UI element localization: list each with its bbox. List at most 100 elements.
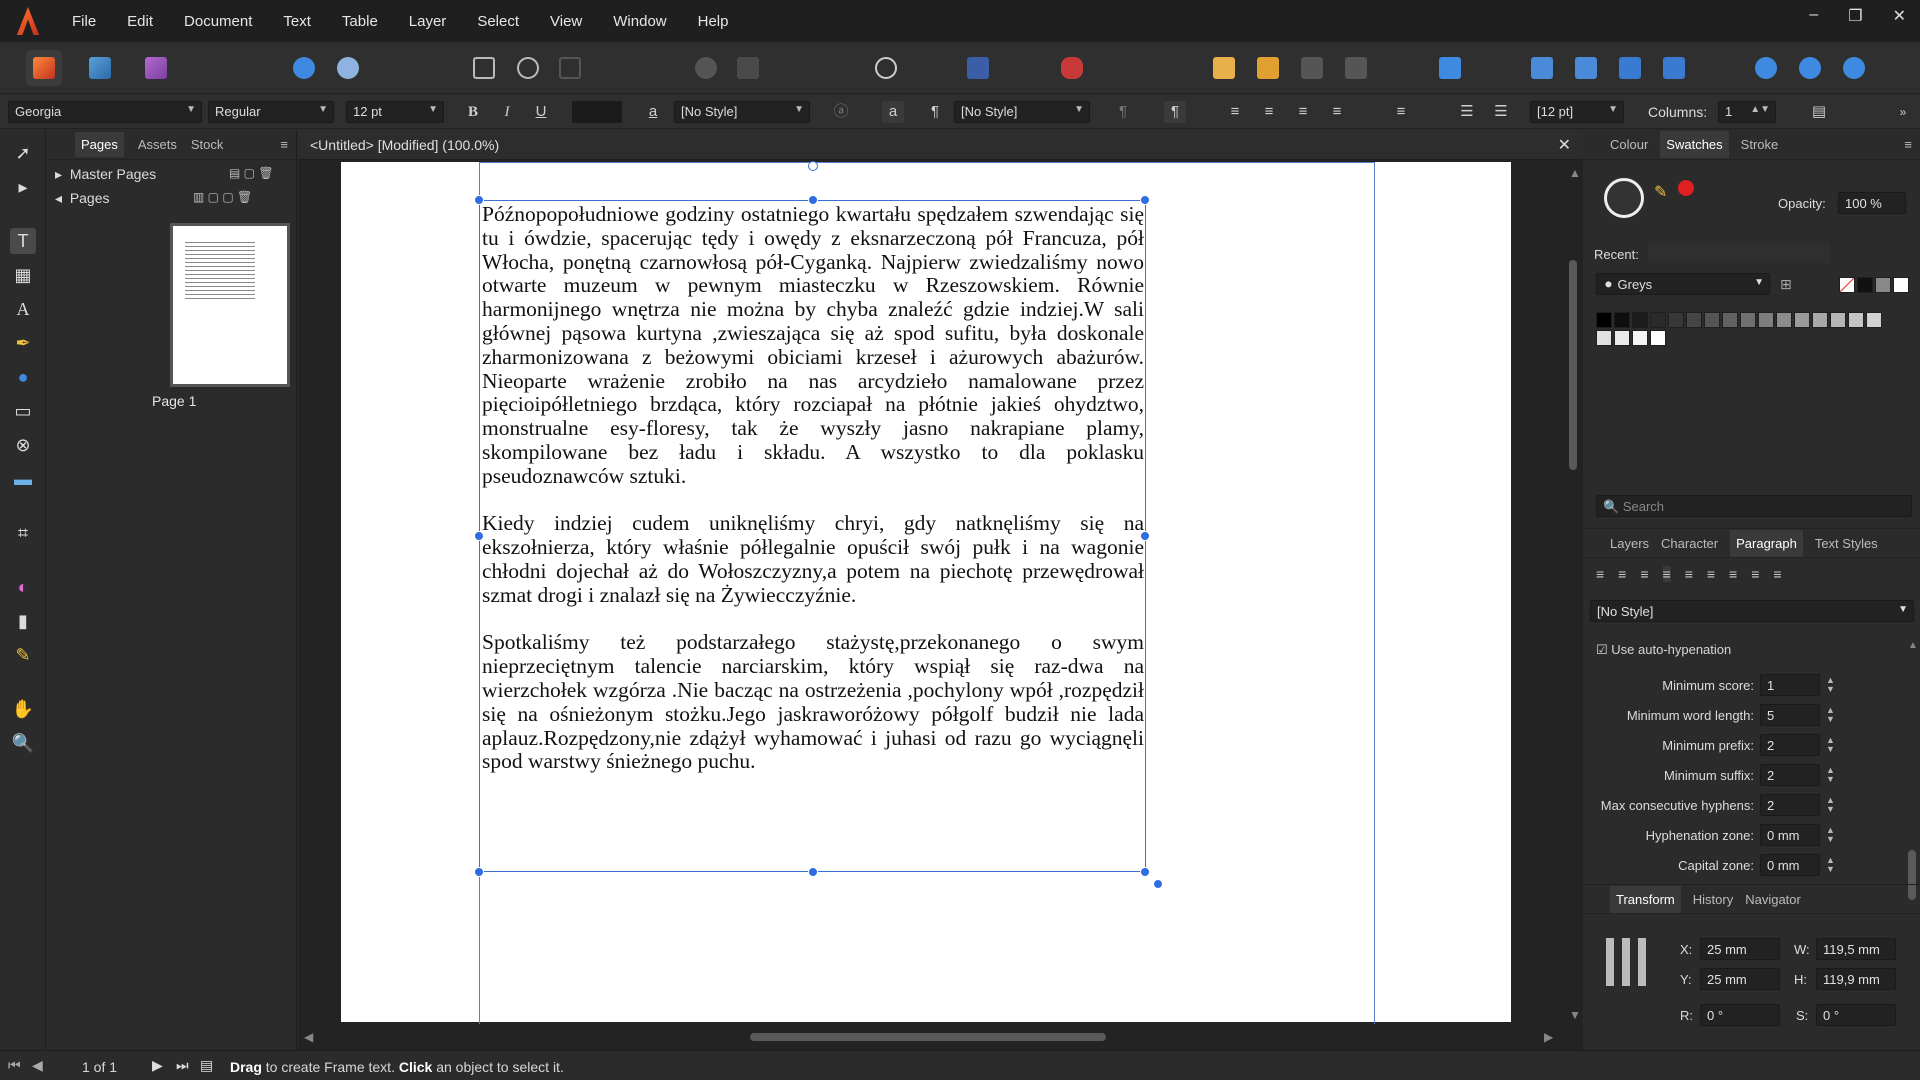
document-tab[interactable]: <Untitled> [Modified] (100.0%) ✕ bbox=[298, 130, 1583, 160]
boolean-subtract-icon[interactable] bbox=[1792, 50, 1828, 86]
character-style-dropdown[interactable]: [No Style] ▼ bbox=[674, 101, 810, 123]
publisher-persona-button[interactable] bbox=[26, 50, 62, 86]
preview-mode-icon[interactable] bbox=[868, 50, 904, 86]
swatch-none[interactable] bbox=[1839, 277, 1855, 293]
artistic-text-tool-icon[interactable]: A bbox=[10, 296, 36, 322]
paragraph-2[interactable]: Kiedy indziej cudem uniknęliśmy chryi, g… bbox=[482, 511, 1144, 607]
grey-swatch[interactable] bbox=[1596, 330, 1612, 346]
hyphen-field-stepper[interactable]: 5 bbox=[1760, 704, 1820, 726]
y-position-field[interactable]: 25 mm bbox=[1700, 968, 1780, 990]
menu-select[interactable]: Select bbox=[477, 13, 519, 30]
paragraph-panel-icon[interactable]: ¶ bbox=[1164, 101, 1186, 123]
menu-window[interactable]: Window bbox=[613, 13, 666, 30]
tab-paragraph[interactable]: Paragraph bbox=[1730, 529, 1803, 557]
vertical-align-icon[interactable]: ≡ bbox=[1390, 101, 1412, 123]
align-center-icon[interactable]: ≡ bbox=[1258, 101, 1280, 123]
width-field[interactable]: 119,5 mm bbox=[1816, 938, 1896, 960]
bold-icon[interactable]: B bbox=[462, 101, 484, 123]
menu-layer[interactable]: Layer bbox=[409, 13, 447, 30]
char-style-icon[interactable]: ⓐ bbox=[830, 101, 852, 123]
prev-page-icon[interactable]: ◀ bbox=[32, 1057, 43, 1074]
align-center-icon[interactable]: ≡ bbox=[1618, 566, 1626, 582]
boolean-intersect-icon[interactable] bbox=[1836, 50, 1872, 86]
crop-tool-icon[interactable]: ⌗ bbox=[10, 520, 36, 546]
resize-handle[interactable] bbox=[808, 195, 818, 205]
tab-stroke[interactable]: Stroke bbox=[1741, 137, 1779, 152]
node-tool-icon[interactable]: ▸ bbox=[10, 174, 36, 200]
resize-handle[interactable] bbox=[474, 531, 484, 541]
next-page-icon[interactable]: ▶ bbox=[152, 1057, 163, 1074]
resize-handle[interactable] bbox=[808, 867, 818, 877]
preflight-icon[interactable] bbox=[330, 50, 366, 86]
scroll-up-icon[interactable]: ▲ bbox=[1908, 640, 1918, 651]
underline-icon[interactable]: U bbox=[530, 101, 552, 123]
photo-persona-button[interactable] bbox=[138, 50, 174, 86]
resize-handle[interactable] bbox=[1140, 195, 1150, 205]
pages-row[interactable]: ◂ Pages bbox=[55, 190, 110, 207]
grey-swatch[interactable] bbox=[1848, 312, 1864, 328]
picture-frame-icon[interactable] bbox=[552, 50, 588, 86]
x-position-field[interactable]: 25 mm bbox=[1700, 938, 1780, 960]
tab-pages[interactable]: Pages bbox=[75, 132, 124, 157]
resize-handle[interactable] bbox=[1140, 531, 1150, 541]
menu-table[interactable]: Table bbox=[342, 13, 378, 30]
tab-colour[interactable]: Colour bbox=[1610, 137, 1648, 152]
rotate-right-icon[interactable] bbox=[1656, 50, 1692, 86]
paragraph-1[interactable]: Późnopopołudniowe godziny ostatniego kwa… bbox=[482, 202, 1144, 489]
scroll-down-icon[interactable]: ▼ bbox=[1569, 1008, 1581, 1022]
frame-icon[interactable] bbox=[510, 50, 546, 86]
para-style-icon[interactable]: ¶ bbox=[1112, 101, 1134, 123]
height-field[interactable]: 119,9 mm bbox=[1816, 968, 1896, 990]
highlight-icon[interactable]: a bbox=[642, 101, 664, 123]
tab-assets[interactable]: Assets bbox=[138, 137, 177, 152]
grey-swatch[interactable] bbox=[1758, 312, 1774, 328]
grey-swatch[interactable] bbox=[1722, 312, 1738, 328]
zoom-tool-icon[interactable]: 🔍 bbox=[10, 730, 36, 756]
align-right-icon[interactable]: ≡ bbox=[1640, 566, 1648, 582]
menu-edit[interactable]: Edit bbox=[127, 13, 153, 30]
hyphen-field-stepper[interactable]: 2 bbox=[1760, 794, 1820, 816]
table-tool-icon[interactable]: ▦ bbox=[10, 262, 36, 288]
swatch-white[interactable] bbox=[1893, 277, 1909, 293]
tab-navigator[interactable]: Navigator bbox=[1745, 892, 1801, 907]
stepper-arrows-icon[interactable]: ▲ ▼ bbox=[1826, 826, 1835, 844]
grey-swatch[interactable] bbox=[1650, 312, 1666, 328]
flip-vertical-icon[interactable] bbox=[1568, 50, 1604, 86]
master-page-actions[interactable]: ▤ ▢ 🗑 bbox=[229, 166, 274, 180]
ellipse-frame-tool-icon[interactable]: ⊗ bbox=[10, 432, 36, 458]
place-image-tool-icon[interactable]: ▬ bbox=[10, 466, 36, 492]
resize-handle[interactable] bbox=[1140, 867, 1150, 877]
font-style-dropdown[interactable]: Regular ▼ bbox=[208, 101, 334, 123]
last-page-icon[interactable]: ⏭ bbox=[176, 1057, 189, 1074]
auto-hyphenation-toggle[interactable]: ☑ Use auto-hypenation bbox=[1596, 642, 1731, 658]
italic-icon[interactable]: I bbox=[496, 101, 518, 123]
grey-swatch[interactable] bbox=[1650, 330, 1666, 346]
pilcrow-icon[interactable]: ¶ bbox=[924, 101, 946, 123]
grey-swatch[interactable] bbox=[1776, 312, 1792, 328]
fill-tool-icon[interactable]: ◐ bbox=[10, 574, 36, 600]
align-right-icon[interactable]: ≡ bbox=[1292, 101, 1314, 123]
rotation-field[interactable]: 0 ° bbox=[1700, 1004, 1780, 1026]
font-family-dropdown[interactable]: Georgia ▼ bbox=[8, 101, 202, 123]
pen-tool-icon[interactable]: ✒ bbox=[10, 330, 36, 356]
stepper-arrows-icon[interactable]: ▲ ▼ bbox=[1826, 706, 1835, 724]
text-color-swatch[interactable] bbox=[572, 101, 622, 123]
paragraph-3[interactable]: Spotkaliśmy też podstarzałego stażystę,p… bbox=[482, 630, 1144, 774]
tab-transform[interactable]: Transform bbox=[1610, 885, 1681, 913]
menu-help[interactable]: Help bbox=[698, 13, 729, 30]
close-window-icon[interactable]: ✕ bbox=[1893, 6, 1906, 26]
swatch-search-input[interactable]: 🔍 Search bbox=[1596, 495, 1912, 517]
vertical-scrollbar[interactable] bbox=[1569, 260, 1577, 470]
hand-tool-icon[interactable]: ✋ bbox=[10, 696, 36, 722]
stepper-arrows-icon[interactable]: ▲ ▼ bbox=[1826, 766, 1835, 784]
assistant-icon[interactable] bbox=[1054, 50, 1090, 86]
tab-swatches[interactable]: Swatches bbox=[1660, 131, 1729, 158]
page-actions[interactable]: ▥ ▢ ▢ 🗑 bbox=[193, 190, 252, 204]
grey-swatch[interactable] bbox=[1704, 312, 1720, 328]
justify-center-icon[interactable]: ≡ bbox=[1685, 566, 1693, 582]
justify-right-icon[interactable]: ≡ bbox=[1707, 566, 1715, 582]
font-size-dropdown[interactable]: 12 pt ▼ bbox=[346, 101, 444, 123]
align-icon[interactable] bbox=[1432, 50, 1468, 86]
shape-tool-icon[interactable]: ● bbox=[10, 364, 36, 390]
grey-swatch[interactable] bbox=[1596, 312, 1612, 328]
